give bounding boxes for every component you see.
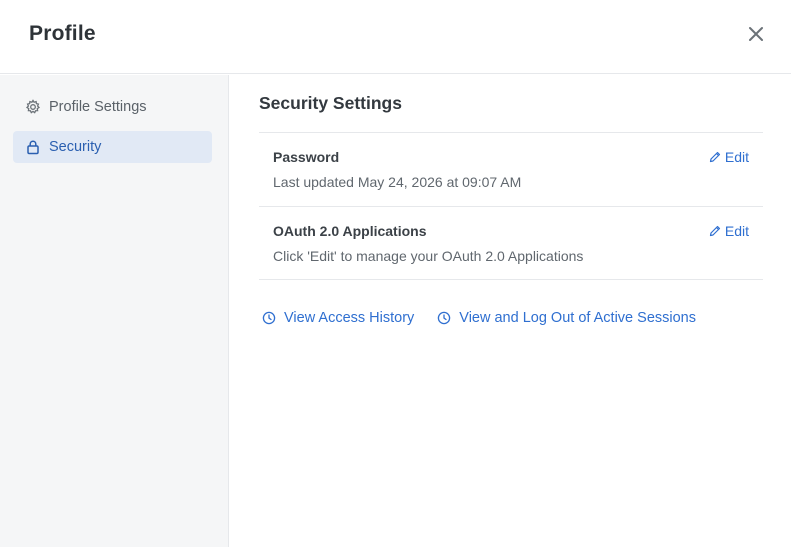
row-name: Password [273, 149, 340, 165]
gear-icon [25, 99, 41, 115]
modal-header: Profile [0, 0, 791, 74]
sidebar-item-label: Security [49, 139, 102, 155]
sidebar-item-security[interactable]: Security [13, 131, 212, 163]
password-row: Password Last updated May 24, 2026 at 09… [259, 132, 763, 206]
sidebar-item-label: Profile Settings [49, 99, 147, 115]
view-access-history-link[interactable]: View Access History [262, 310, 414, 326]
sidebar-item-profile-settings[interactable]: Profile Settings [13, 91, 212, 123]
row-name: OAuth 2.0 Applications [273, 223, 427, 239]
section-title: Security Settings [259, 93, 402, 113]
view-active-sessions-link[interactable]: View and Log Out of Active Sessions [437, 310, 696, 326]
edit-password-link[interactable]: Edit [709, 149, 749, 165]
close-button[interactable] [744, 22, 768, 46]
edit-label: Edit [724, 149, 749, 165]
lock-icon [25, 139, 41, 155]
sidebar: Profile Settings Security [0, 75, 229, 547]
modal-title: Profile [29, 22, 96, 45]
clock-icon [437, 311, 451, 325]
clock-icon [262, 311, 276, 325]
pencil-icon [709, 225, 721, 237]
security-links: View Access History View and Log Out of … [262, 310, 696, 326]
link-label: View and Log Out of Active Sessions [459, 310, 696, 326]
oauth-row: OAuth 2.0 Applications Click 'Edit' to m… [259, 206, 763, 280]
edit-label: Edit [724, 223, 749, 239]
main-content: Security Settings Password Last updated … [229, 75, 791, 547]
row-description: Click 'Edit' to manage your OAuth 2.0 Ap… [273, 248, 584, 264]
edit-oauth-link[interactable]: Edit [709, 223, 749, 239]
close-icon [749, 27, 763, 41]
pencil-icon [709, 151, 721, 163]
link-label: View Access History [284, 310, 415, 326]
row-description: Last updated May 24, 2026 at 09:07 AM [273, 174, 522, 190]
